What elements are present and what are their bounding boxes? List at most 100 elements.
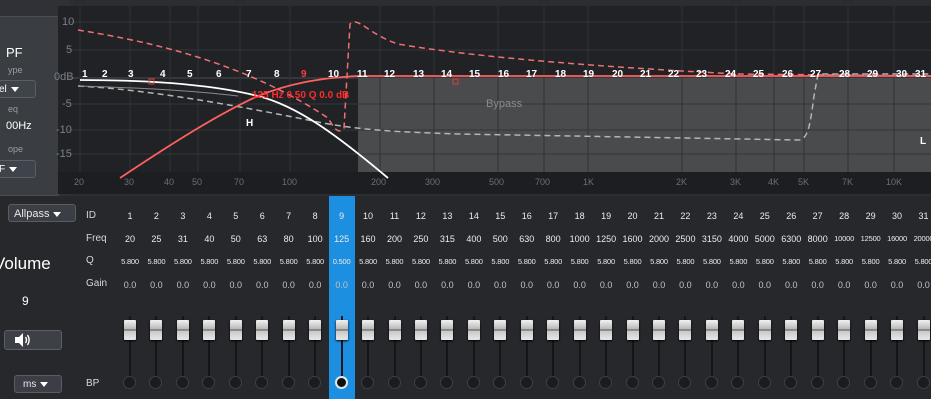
band-q[interactable]: 5.800 — [355, 257, 381, 266]
band-freq[interactable]: 20 — [117, 234, 143, 244]
gain-slider-handle[interactable] — [335, 320, 348, 340]
band-q[interactable]: 5.800 — [249, 257, 275, 266]
band-q[interactable]: 5.800 — [487, 257, 513, 266]
gain-slider-handle[interactable] — [626, 320, 639, 340]
band-column-19[interactable]: 19 1250 5.800 0.0 — [593, 196, 619, 399]
lowpass-marker[interactable]: L — [920, 136, 926, 147]
band-column-29[interactable]: 29 12500 5.800 0.0 — [858, 196, 884, 399]
band-freq[interactable]: 63 — [249, 234, 275, 244]
bypass-toggle[interactable] — [784, 376, 798, 389]
allpass-dropdown[interactable]: Allpass — [8, 204, 76, 222]
band-marker[interactable]: 10 — [328, 69, 339, 80]
band-marker[interactable]: 17 — [526, 69, 537, 80]
gain-slider-handle[interactable] — [282, 320, 295, 340]
band-column-17[interactable]: 17 800 5.800 0.0 — [540, 196, 566, 399]
band-column-1[interactable]: 1 20 5.800 0.0 — [117, 196, 143, 399]
band-q[interactable]: 5.800 — [911, 257, 931, 266]
band-marker[interactable]: 11 — [357, 69, 368, 80]
band-gain[interactable]: 0.0 — [302, 280, 328, 290]
band-gain[interactable]: 0.0 — [276, 280, 302, 290]
band-freq[interactable]: 4000 — [725, 234, 751, 244]
band-q[interactable]: 5.800 — [567, 257, 593, 266]
band-column-7[interactable]: 7 80 5.800 0.0 — [276, 196, 302, 399]
band-gain[interactable]: 0.0 — [725, 280, 751, 290]
band-marker[interactable]: 22 — [668, 69, 679, 80]
band-q[interactable]: 5.800 — [699, 257, 725, 266]
band-gain[interactable]: 0.0 — [143, 280, 169, 290]
band-marker[interactable]: 25 — [753, 69, 764, 80]
bypass-toggle[interactable] — [810, 376, 824, 389]
band-q[interactable]: 5.800 — [143, 257, 169, 266]
band-q[interactable]: 5.800 — [646, 257, 672, 266]
band-marker[interactable]: 5 — [187, 69, 193, 80]
band-column-11[interactable]: 11 200 5.800 0.0 — [382, 196, 408, 399]
band-column-16[interactable]: 16 630 5.800 0.0 — [514, 196, 540, 399]
band-q[interactable]: 5.800 — [752, 257, 778, 266]
band-gain[interactable]: 0.0 — [831, 280, 857, 290]
bypass-toggle[interactable] — [387, 376, 401, 389]
band-column-26[interactable]: 26 6300 5.800 0.0 — [778, 196, 804, 399]
gain-slider-handle[interactable] — [229, 320, 242, 340]
band-marker[interactable]: 18 — [555, 69, 566, 80]
band-freq[interactable]: 250 — [408, 234, 434, 244]
bypass-toggle[interactable] — [863, 376, 877, 389]
band-gain[interactable]: 0.0 — [646, 280, 672, 290]
band-gain[interactable]: 0.0 — [620, 280, 646, 290]
band-freq[interactable]: 200 — [382, 234, 408, 244]
band-marker[interactable]: 29 — [867, 69, 878, 80]
bypass-toggle[interactable] — [228, 376, 242, 389]
band-freq[interactable]: 25 — [143, 234, 169, 244]
gain-slider-handle[interactable] — [891, 320, 904, 340]
band-gain[interactable]: 0.0 — [672, 280, 698, 290]
gain-slider-handle[interactable] — [917, 320, 930, 340]
band-gain[interactable]: 0.0 — [461, 280, 487, 290]
gain-slider-handle[interactable] — [758, 320, 771, 340]
band-gain[interactable]: 0.0 — [778, 280, 804, 290]
freq-value[interactable]: 00Hz — [6, 120, 32, 132]
bypass-toggle[interactable] — [255, 376, 269, 389]
band-q[interactable]: 0.500 — [329, 257, 355, 266]
bypass-toggle[interactable] — [493, 376, 507, 389]
band-marker[interactable]: 6 — [216, 69, 222, 80]
band-gain[interactable]: 0.0 — [593, 280, 619, 290]
band-freq[interactable]: 40 — [196, 234, 222, 244]
band-gain[interactable]: 0.0 — [805, 280, 831, 290]
gain-slider-handle[interactable] — [785, 320, 798, 340]
bypass-toggle[interactable] — [519, 376, 533, 389]
gain-slider-handle[interactable] — [309, 320, 322, 340]
gain-slider-handle[interactable] — [547, 320, 560, 340]
bypass-toggle[interactable] — [731, 376, 745, 389]
band-q[interactable]: 5.800 — [778, 257, 804, 266]
band-column-4[interactable]: 4 40 5.800 0.0 — [196, 196, 222, 399]
band-marker[interactable]: 19 — [583, 69, 594, 80]
band-column-22[interactable]: 22 2500 5.800 0.0 — [672, 196, 698, 399]
band-q[interactable]: 5.800 — [382, 257, 408, 266]
band-freq[interactable]: 8000 — [805, 234, 831, 244]
gain-slider-handle[interactable] — [705, 320, 718, 340]
band-gain[interactable]: 0.0 — [487, 280, 513, 290]
band-marker[interactable]: 1 — [82, 69, 88, 80]
band-q[interactable]: 5.800 — [302, 257, 328, 266]
band-freq[interactable]: 100 — [302, 234, 328, 244]
band-marker[interactable]: 12 — [384, 69, 395, 80]
gain-slider-handle[interactable] — [600, 320, 613, 340]
band-marker[interactable]: 13 — [413, 69, 424, 80]
bypass-toggle[interactable] — [704, 376, 718, 389]
band-q[interactable]: 5.800 — [540, 257, 566, 266]
band-freq[interactable]: 160 — [355, 234, 381, 244]
band-marker-selected[interactable]: 9 — [301, 69, 307, 80]
band-freq[interactable]: 1000 — [567, 234, 593, 244]
band-column-18[interactable]: 18 1000 5.800 0.0 — [567, 196, 593, 399]
gain-slider-handle[interactable] — [256, 320, 269, 340]
band-gain[interactable]: 0.0 — [170, 280, 196, 290]
gain-slider-handle[interactable] — [573, 320, 586, 340]
band-q[interactable]: 5.800 — [276, 257, 302, 266]
band-q[interactable]: 5.800 — [805, 257, 831, 266]
band-freq[interactable]: 2500 — [672, 234, 698, 244]
band-freq[interactable]: 6300 — [778, 234, 804, 244]
mute-button[interactable] — [4, 330, 62, 350]
band-column-20[interactable]: 20 1600 5.800 0.0 — [620, 196, 646, 399]
band-freq[interactable]: 16000 — [884, 234, 910, 243]
bypass-toggle[interactable] — [308, 376, 322, 389]
band-marker[interactable]: 21 — [640, 69, 651, 80]
